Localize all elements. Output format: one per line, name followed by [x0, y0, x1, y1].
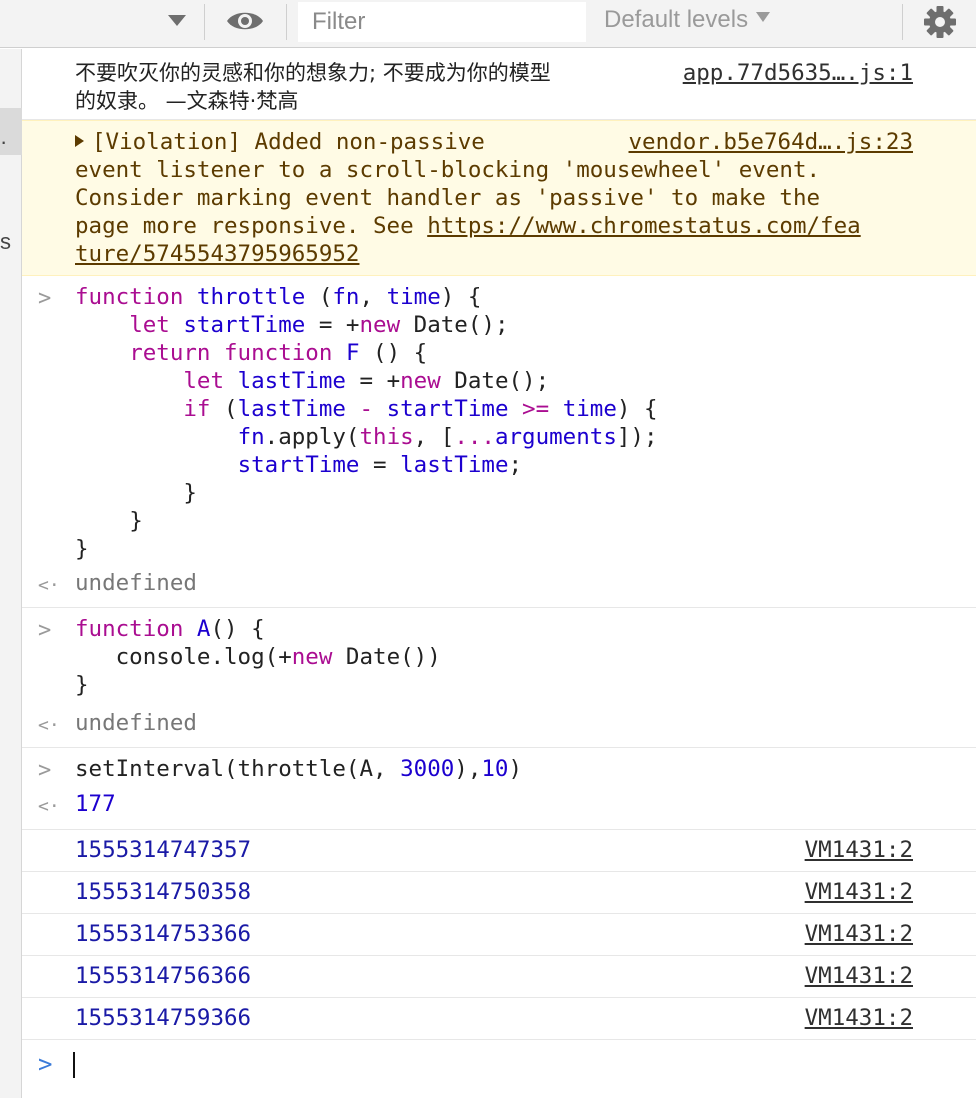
console-warning-message: [Violation] Added non-passive event list… [22, 120, 976, 276]
code-line: } [75, 536, 89, 562]
input-prompt-chevron-icon: > [38, 758, 52, 783]
input-prompt-chevron-icon: > [38, 1050, 53, 1078]
expand-triangle-icon[interactable] [75, 135, 84, 147]
toolbar-divider [204, 4, 205, 40]
warning-text-line: ture/5745543795965952 [22, 240, 976, 268]
sidebar-glyph: s [0, 229, 11, 254]
input-prompt-chevron-icon: > [38, 618, 52, 643]
code-line: console.log(+new Date()) [115, 644, 441, 670]
console-toolbar: Default levels [0, 0, 976, 48]
input-prompt-chevron-icon: > [38, 286, 52, 311]
console-prompt-input[interactable]: > [22, 1040, 976, 1098]
result-value: undefined [75, 570, 197, 596]
result-value: undefined [75, 710, 197, 736]
sidebar-strip: · s [0, 49, 22, 1098]
eye-icon[interactable] [224, 6, 266, 36]
log-text: 的奴隶。 —文森特·梵高 [75, 89, 299, 113]
sidebar-glyph: · [0, 129, 8, 154]
console-input-entry: > function throttle (fn, time) { let sta… [22, 276, 976, 566]
console-messages: 不要吹灭你的灵感和你的想象力; 不要成为你的模型 的奴隶。 —文森特·梵高 ap… [22, 49, 976, 1098]
code-line: if (lastTime - startTime >= time) { [183, 396, 658, 422]
source-link[interactable]: VM1431:2 [805, 920, 913, 948]
filter-input[interactable] [298, 2, 586, 42]
chromestatus-link-continued[interactable]: ture/5745543795965952 [75, 241, 359, 267]
log-levels-label: Default levels [604, 6, 749, 33]
console-log-message: 1555314759366 VM1431:2 [22, 998, 976, 1040]
console-log-message: 1555314747357 VM1431:2 [22, 830, 976, 872]
warning-text-line: page more responsive. See https://www.ch… [22, 212, 976, 240]
console-result-entry: <· undefined [22, 706, 976, 748]
source-link[interactable]: app.77d5635….js:1 [683, 59, 913, 87]
source-link[interactable]: vendor.b5e764d….js:23 [629, 128, 913, 156]
console-log-message: 1555314753366 VM1431:2 [22, 914, 976, 956]
console-input-entry: > function A() { console.log(+new Date()… [22, 608, 976, 706]
code-line: let startTime = +new Date(); [129, 312, 509, 338]
code-line: function A() { [75, 616, 265, 642]
source-link[interactable]: VM1431:2 [805, 836, 913, 864]
console-result-entry: <· undefined [22, 566, 976, 608]
warning-text-line: event listener to a scroll-blocking 'mou… [75, 157, 821, 183]
result-value: 177 [75, 791, 116, 817]
console-input-entry: > setInterval(throttle(A, 3000),10) [22, 748, 976, 790]
warning-text: page more responsive. See [75, 213, 428, 239]
code-line: startTime = lastTime; [237, 452, 523, 478]
code-line: } [75, 672, 89, 698]
source-link[interactable]: VM1431:2 [805, 962, 913, 990]
code-line: let lastTime = +new Date(); [183, 368, 550, 394]
console-log-message: 1555314756366 VM1431:2 [22, 956, 976, 998]
context-dropdown-chevron-down-icon[interactable] [164, 8, 190, 34]
code-line: fn.apply(this, [...arguments]); [237, 424, 658, 450]
code-line: return function F () { [129, 340, 428, 366]
chevron-down-icon [756, 12, 771, 22]
text-cursor [73, 1052, 75, 1078]
output-prompt-icon: <· [38, 796, 60, 817]
output-prompt-icon: <· [38, 715, 60, 736]
source-link[interactable]: VM1431:2 [805, 1004, 913, 1032]
warning-text-line: Consider marking event handler as 'passi… [75, 185, 821, 211]
console-log-message: 不要吹灭你的灵感和你的想象力; 不要成为你的模型 的奴隶。 —文森特·梵高 ap… [22, 49, 976, 120]
toolbar-divider [902, 4, 903, 40]
log-levels-dropdown[interactable]: Default levels [604, 6, 771, 38]
warning-text: [Violation] Added non-passive [92, 129, 485, 155]
gear-icon[interactable] [922, 4, 958, 40]
source-link[interactable]: VM1431:2 [805, 878, 913, 906]
code-line: function throttle (fn, time) { [75, 284, 482, 310]
output-prompt-icon: <· [38, 575, 60, 596]
console-result-entry: <· 177 [22, 790, 976, 830]
code-line: } [183, 480, 197, 506]
code-line: setInterval(throttle(A, 3000),10) [75, 756, 523, 782]
console-log-message: 1555314750358 VM1431:2 [22, 872, 976, 914]
toolbar-divider [286, 4, 287, 40]
code-line: } [129, 508, 143, 534]
chromestatus-link[interactable]: https://www.chromestatus.com/fea [427, 213, 860, 239]
